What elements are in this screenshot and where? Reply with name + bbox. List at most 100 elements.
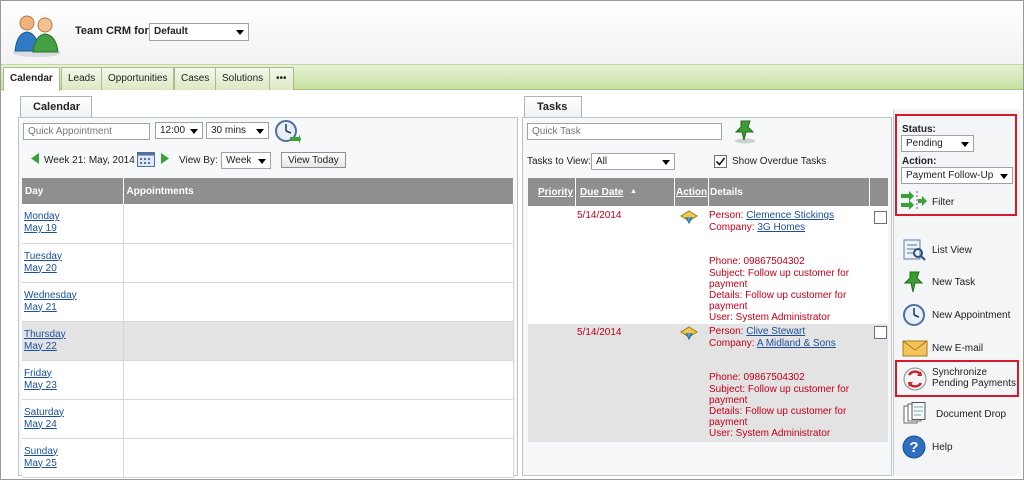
task-details-cont: payment — [709, 417, 748, 428]
due-date-column-header[interactable]: Due Date — [580, 187, 623, 198]
date-link-friday[interactable]: May 23 — [24, 380, 121, 392]
task-details: Details: Follow up customer for — [709, 290, 847, 301]
appointment-cell[interactable] — [123, 243, 514, 283]
status-label: Status: — [902, 124, 936, 135]
tab-opportunities[interactable]: Opportunities — [101, 67, 175, 90]
date-link-wednesday[interactable]: May 21 — [24, 302, 121, 314]
date-link-thursday[interactable]: May 22 — [24, 341, 121, 353]
time-select[interactable]: 12:00 — [155, 122, 203, 139]
status-select[interactable]: Pending — [901, 135, 974, 152]
quick-appointment-input[interactable]: Quick Appointment — [23, 123, 150, 140]
table-row: Monday May 19 — [22, 204, 514, 244]
person-link[interactable]: Clemence Stickings — [746, 210, 834, 221]
view-by-select[interactable]: Week — [221, 152, 271, 169]
calendar-grid: Day Appointments Monday May 19 Tuesday May… — [22, 178, 514, 478]
task-due-date: 5/14/2014 — [577, 327, 622, 338]
calendar-picker-icon[interactable] — [137, 152, 155, 167]
table-row: 5/14/2014 Person: Clemence Stickings Com… — [528, 206, 888, 324]
green-pin-icon — [903, 271, 924, 293]
task-subject: Subject: Follow up customer for — [709, 384, 850, 395]
company-link[interactable]: 3G Homes — [757, 222, 805, 233]
day-link-saturday[interactable]: Saturday — [24, 407, 121, 419]
task-complete-checkbox[interactable] — [874, 211, 887, 224]
checkmark-icon — [715, 157, 726, 166]
appointment-cell[interactable] — [123, 399, 514, 439]
person-label: Person: — [709, 326, 744, 337]
tab-leads[interactable]: Leads — [61, 67, 103, 90]
prev-week-icon[interactable] — [31, 153, 39, 164]
task-complete-checkbox[interactable] — [874, 326, 887, 339]
team-select[interactable]: Default — [149, 23, 249, 41]
appointment-cell[interactable] — [123, 360, 514, 400]
green-pin-icon[interactable] — [732, 118, 758, 144]
date-link-sunday[interactable]: May 25 — [24, 458, 121, 470]
column-divider — [575, 178, 576, 206]
sort-ascending-icon: ▲ — [630, 188, 637, 195]
tab-more[interactable]: ••• — [269, 67, 294, 90]
column-divider — [869, 178, 870, 206]
filter-arrows-icon[interactable] — [901, 190, 927, 212]
list-view-link[interactable]: List View — [902, 238, 1012, 262]
team-crm-label: Team CRM for: — [75, 25, 153, 37]
sync-icon — [903, 367, 927, 391]
day-link-wednesday[interactable]: Wednesday — [24, 290, 121, 302]
team-users-icon — [13, 15, 61, 57]
synchronize-pending-payments-link[interactable]: Synchronize Pending Payments — [902, 366, 1016, 392]
date-link-saturday[interactable]: May 24 — [24, 419, 121, 431]
day-link-monday[interactable]: Monday — [24, 211, 121, 223]
chevron-down-icon — [236, 30, 244, 35]
tasks-to-view-select[interactable]: All — [591, 153, 675, 170]
document-drop-link[interactable]: Document Drop — [902, 402, 1017, 426]
help-icon: ? — [902, 435, 926, 459]
quick-task-input[interactable]: Quick Task — [527, 123, 722, 140]
new-task-link[interactable]: New Task — [902, 270, 1012, 294]
duration-select[interactable]: 30 mins — [206, 122, 269, 139]
tab-solutions[interactable]: Solutions — [215, 67, 271, 90]
main-tab-bar: Calendar Leads Opportunities Cases Solut… — [1, 64, 1023, 91]
help-link[interactable]: ? Help — [902, 435, 982, 459]
appointment-cell[interactable] — [123, 438, 514, 478]
document-drop-icon — [903, 402, 926, 424]
task-due-date: 5/14/2014 — [577, 210, 622, 221]
filter-link[interactable]: Filter — [932, 197, 954, 208]
tab-cases[interactable]: Cases — [174, 67, 217, 90]
appointment-cell[interactable] — [123, 282, 514, 322]
day-link-tuesday[interactable]: Tuesday — [24, 251, 121, 263]
date-link-monday[interactable]: May 19 — [24, 223, 121, 235]
new-appointment-link[interactable]: New Appointment — [902, 303, 1017, 327]
task-action-icon[interactable] — [680, 210, 698, 224]
table-row: Tuesday May 20 — [22, 243, 514, 283]
person-link[interactable]: Clive Stewart — [746, 326, 805, 337]
column-divider — [674, 178, 675, 206]
task-subject: Subject: Follow up customer for — [709, 268, 850, 279]
appointment-cell[interactable] — [123, 204, 514, 244]
date-link-tuesday[interactable]: May 20 — [24, 263, 121, 275]
day-link-friday[interactable]: Friday — [24, 368, 121, 380]
clock-icon — [903, 304, 925, 326]
show-overdue-checkbox[interactable] — [714, 155, 727, 168]
day-link-thursday[interactable]: Thursday — [24, 329, 121, 341]
tasks-panel-tab[interactable]: Tasks — [524, 96, 582, 117]
company-link[interactable]: A Midland & Sons — [757, 338, 836, 349]
priority-column-header[interactable]: Priority — [538, 187, 573, 198]
view-by-label: View By: — [179, 155, 218, 166]
chevron-down-icon — [961, 142, 969, 147]
tab-calendar[interactable]: Calendar — [3, 67, 60, 91]
task-details: Details: Follow up customer for — [709, 406, 847, 417]
header: Team CRM for: Default — [1, 1, 1023, 64]
task-user: User: System Administrator — [709, 312, 831, 323]
view-today-button[interactable]: View Today — [281, 152, 346, 168]
action-column-header[interactable]: Action — [676, 187, 707, 198]
table-row: 5/14/2014 Person: Clive Stewart Company:… — [528, 324, 888, 442]
task-action-icon[interactable] — [680, 326, 698, 340]
new-email-link[interactable]: New E-mail — [902, 336, 1012, 360]
details-column-header: Details — [710, 187, 743, 198]
action-select[interactable]: Payment Follow-Up — [901, 167, 1013, 184]
day-link-sunday[interactable]: Sunday — [24, 446, 121, 458]
next-week-icon[interactable] — [161, 153, 169, 164]
appointment-cell[interactable] — [123, 321, 514, 361]
clock-icon[interactable] — [274, 119, 301, 145]
day-column-header: Day — [22, 178, 124, 204]
show-overdue-label: Show Overdue Tasks — [732, 156, 827, 167]
calendar-panel-tab[interactable]: Calendar — [20, 96, 92, 117]
